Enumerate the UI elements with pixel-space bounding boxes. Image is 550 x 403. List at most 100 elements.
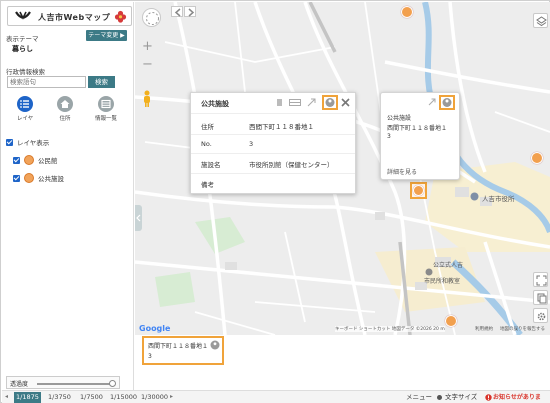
settings-button[interactable] bbox=[533, 308, 548, 323]
result-address: 西間下町１１８番地１ bbox=[148, 343, 209, 350]
pegman-icon[interactable] bbox=[141, 90, 153, 108]
tool-address-label: 住所 bbox=[59, 116, 71, 122]
search-button[interactable]: 検索 bbox=[88, 76, 115, 88]
transparency-slider-handle[interactable] bbox=[109, 380, 116, 387]
compass-control[interactable] bbox=[142, 8, 161, 27]
scale-prev-icon[interactable]: ◂ bbox=[5, 393, 8, 400]
street-view-button[interactable] bbox=[439, 95, 455, 110]
terms-link[interactable]: 利用規約 bbox=[475, 326, 493, 332]
community-hall-icon bbox=[24, 155, 34, 165]
layer-display-toggle[interactable]: レイヤ表示 bbox=[6, 137, 49, 147]
notice-link[interactable]: お知らせがあります。 bbox=[493, 392, 550, 403]
checkbox-icon bbox=[13, 156, 20, 164]
sidebar: 人吉市Webマップ 表示テーマ 暮らし テーマ変更 ▶ 行政情報検索 検索 レイ… bbox=[2, 2, 134, 390]
detail-link[interactable]: 詳細を見る bbox=[387, 167, 417, 176]
map-label-city-hall: 人吉市役所 bbox=[482, 195, 515, 203]
popup-no: 3 bbox=[387, 133, 391, 140]
scale-option[interactable]: 1/15000 bbox=[108, 392, 139, 403]
table-view-icon[interactable] bbox=[289, 98, 301, 107]
public-facility-marker[interactable] bbox=[445, 315, 457, 327]
google-logo: Google bbox=[139, 324, 171, 333]
close-icon[interactable] bbox=[341, 98, 350, 107]
sidebar-collapse-handle[interactable] bbox=[135, 205, 142, 231]
arrow-right-icon bbox=[188, 8, 195, 17]
tool-address[interactable]: 住所 bbox=[50, 96, 80, 122]
public-facility-icon bbox=[24, 173, 34, 183]
field-key: 施設名 bbox=[201, 161, 221, 169]
flower-icon bbox=[114, 10, 127, 23]
popup-address: 西間下町１１８番地１ bbox=[387, 125, 448, 132]
field-value: 市役所別館（保健センター） bbox=[249, 161, 334, 169]
logo[interactable]: 人吉市Webマップ bbox=[7, 6, 132, 26]
transparency-label: 透過度 bbox=[10, 381, 29, 388]
table-icon bbox=[98, 96, 114, 112]
alert-icon bbox=[485, 394, 492, 401]
menu-link[interactable]: メニュー bbox=[406, 392, 432, 403]
copy-icon bbox=[537, 293, 547, 304]
scale-option[interactable]: 1/3750 bbox=[46, 392, 73, 403]
gear-icon bbox=[437, 395, 442, 400]
fullscreen-icon bbox=[536, 275, 547, 286]
layer-label: 公民館 bbox=[38, 157, 58, 165]
layer-item-community-hall[interactable]: 公民館 bbox=[13, 155, 58, 165]
print-icon[interactable] bbox=[275, 98, 284, 107]
popup-category: 公共施設 bbox=[387, 115, 412, 122]
scale-next-icon[interactable]: ▸ bbox=[170, 393, 173, 400]
field-value: 西間下町１１８番地１ bbox=[249, 123, 314, 131]
public-facility-marker[interactable] bbox=[401, 6, 413, 18]
app-window: 人吉市Webマップ 表示テーマ 暮らし テーマ変更 ▶ 行政情報検索 検索 レイ… bbox=[0, 0, 550, 403]
layer-item-public-facility[interactable]: 公共施設 bbox=[13, 173, 64, 183]
tool-info-list-label: 情報一覧 bbox=[94, 116, 117, 122]
transparency-control: 透過度 bbox=[6, 376, 120, 389]
link-icon[interactable] bbox=[307, 98, 316, 107]
link-icon[interactable] bbox=[428, 98, 436, 106]
layers-button[interactable] bbox=[533, 13, 548, 28]
copy-button[interactable] bbox=[533, 290, 548, 305]
zoom-in-button[interactable]: + bbox=[139, 38, 156, 55]
city-hall-marker-icon[interactable] bbox=[470, 192, 479, 201]
public-facility-marker[interactable] bbox=[531, 152, 543, 164]
admin-search-label: 行政情報検索 bbox=[6, 68, 45, 76]
map-canvas[interactable]: + − 人吉市役所 公立式人吉 市民所和教室 公共施設 住所 西間下町１１８番地… bbox=[135, 2, 550, 335]
selected-marker[interactable] bbox=[410, 182, 427, 199]
theme-change-button[interactable]: テーマ変更 ▶ bbox=[86, 30, 127, 41]
popup-marker-info: 公共施設 西間下町１１８番地１ 3 詳細を見る bbox=[380, 92, 460, 180]
arrow-left-icon bbox=[174, 8, 181, 17]
zoom-control: + − bbox=[139, 38, 156, 74]
field-key: No. bbox=[201, 140, 212, 148]
result-card[interactable]: 西間下町１１８番地１ 3 bbox=[142, 336, 224, 365]
fullscreen-button[interactable] bbox=[533, 272, 548, 287]
search-input[interactable] bbox=[7, 76, 86, 88]
street-view-icon[interactable] bbox=[210, 340, 220, 350]
report-link[interactable]: 地図の誤りを報告する bbox=[500, 326, 545, 332]
theme-value: 暮らし bbox=[12, 45, 33, 53]
field-key: 住所 bbox=[201, 123, 214, 131]
logo-title: 人吉市Webマップ bbox=[38, 13, 111, 22]
tool-layer[interactable]: レイヤ bbox=[10, 96, 40, 122]
street-view-button[interactable] bbox=[322, 95, 338, 110]
scale-option[interactable]: 1/7500 bbox=[78, 392, 105, 403]
scale-option[interactable]: 1/30000 bbox=[139, 392, 170, 403]
forward-button[interactable] bbox=[184, 6, 196, 17]
gear-icon bbox=[537, 312, 546, 321]
back-button[interactable] bbox=[171, 6, 183, 17]
layer-label: 公共施設 bbox=[38, 175, 64, 183]
list-icon bbox=[17, 96, 33, 112]
map-label-community-2: 市民所和教室 bbox=[424, 278, 461, 285]
street-view-icon bbox=[325, 98, 335, 107]
map-label-community-1: 公立式人吉 bbox=[433, 262, 464, 269]
checkbox-icon bbox=[6, 138, 13, 146]
scale-option[interactable]: 1/1875 bbox=[14, 392, 41, 403]
layer-display-label: レイヤ表示 bbox=[17, 139, 50, 147]
result-panel: 西間下町１１８番地１ 3 bbox=[135, 335, 550, 390]
city-emblem-icon bbox=[15, 11, 31, 20]
street-view-icon bbox=[442, 98, 452, 107]
footer-bar: ◂ 1/1875 1/3750 1/7500 1/15000 1/30000 ▸… bbox=[2, 390, 550, 403]
zoom-out-button[interactable]: − bbox=[139, 56, 156, 73]
tool-info-list[interactable]: 情報一覧 bbox=[91, 96, 121, 122]
font-size-link[interactable]: 文字サイズ bbox=[445, 392, 477, 403]
map-attribution: キーボード ショートカット 地図データ ©2026 20 m bbox=[335, 326, 445, 332]
field-key: 備考 bbox=[201, 181, 214, 189]
transparency-slider-track[interactable] bbox=[37, 383, 112, 385]
field-value: 3 bbox=[249, 140, 254, 148]
